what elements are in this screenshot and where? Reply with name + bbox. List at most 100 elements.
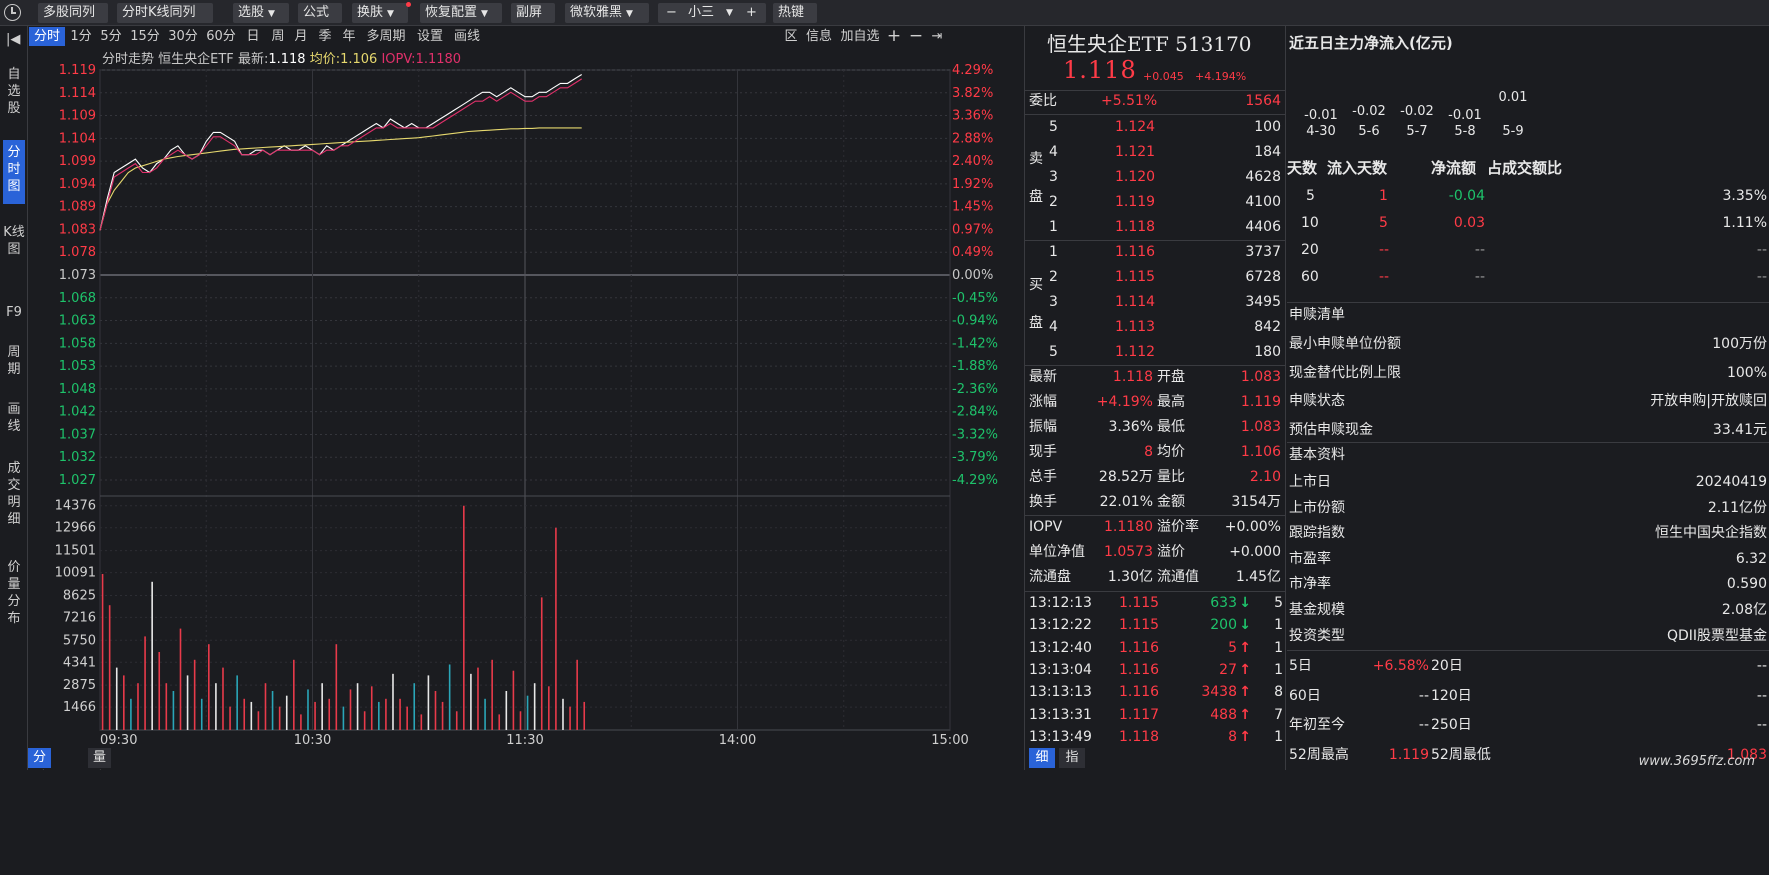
- trade-tick-row: 13:12:13 1.115 633 ↓ 5: [1025, 592, 1285, 614]
- redeem-label: 最小申赎单位份额: [1289, 336, 1401, 352]
- period-tab-13[interactable]: 画线: [452, 27, 482, 46]
- volume-bar: [229, 706, 231, 730]
- period-tab-5[interactable]: 60分: [204, 27, 238, 46]
- tab-volume[interactable]: 分时量: [28, 748, 52, 805]
- stat-label: 流通盘: [1029, 569, 1071, 585]
- info-button[interactable]: 信息: [804, 27, 834, 46]
- stat-row: 现手 8 均价 1.106: [1025, 440, 1285, 465]
- redeem-title: 申赎清单: [1289, 307, 1345, 323]
- price-tick-label: 1.032: [59, 450, 96, 465]
- left-tab-6[interactable]: 成交明细: [3, 456, 25, 538]
- clock-icon[interactable]: [4, 4, 21, 21]
- period-tab-11[interactable]: 多周期: [362, 27, 410, 46]
- bid-label-1: 买: [1029, 277, 1043, 293]
- region-button[interactable]: 区: [781, 27, 801, 46]
- volume-bar: [392, 673, 394, 730]
- left-tab-7[interactable]: 价量分布: [3, 555, 25, 637]
- flow-value: -0.02: [1400, 104, 1434, 119]
- quote-panel: 恒生央企ETF 513170 1.118 +0.045 +4.194% 委比 +…: [1024, 26, 1286, 770]
- pct-tick-label: -3.79%: [952, 450, 998, 465]
- pct-tick-label: 1.45%: [952, 200, 993, 215]
- period-tab-10[interactable]: 年: [340, 27, 358, 46]
- period-tab-6[interactable]: 日: [244, 27, 262, 46]
- order-ratio-label: 委比: [1029, 93, 1057, 109]
- volume-tick-label: 5750: [63, 633, 96, 648]
- ask-volume: 4406: [1245, 219, 1281, 235]
- volume-tick-label: 1466: [63, 700, 96, 715]
- period-tab-12[interactable]: 设置: [415, 27, 445, 46]
- tab-index[interactable]: 指: [1059, 748, 1085, 768]
- left-tab-2[interactable]: K线图: [3, 220, 25, 284]
- redeem-value: 100%: [1726, 364, 1767, 381]
- period-tab-7[interactable]: 周: [269, 27, 287, 46]
- stat-row: 流通盘 1.30亿 流通值 1.45亿: [1025, 565, 1285, 590]
- add-watchlist-button[interactable]: 加自选: [837, 27, 883, 46]
- left-tab-5[interactable]: 画线: [3, 397, 25, 443]
- volume-bar: [158, 652, 161, 730]
- stat-label: 金额: [1157, 494, 1185, 510]
- font-minus-button[interactable]: −: [666, 3, 677, 23]
- left-tab-0[interactable]: 自选股: [3, 62, 25, 126]
- toolbar-button-4[interactable]: 换肤 ▼: [352, 3, 408, 23]
- ask-level: 1: [1049, 219, 1058, 235]
- flow-value: -0.01: [1448, 108, 1482, 123]
- tick-volume: 488: [1210, 706, 1237, 723]
- perf-label: 52周最低: [1431, 746, 1491, 763]
- period-tab-0[interactable]: 分时: [29, 27, 65, 46]
- basic-label: 上市份额: [1289, 499, 1345, 516]
- stat-value: 3154万: [1231, 494, 1281, 510]
- stat-value: 1.119: [1240, 394, 1281, 410]
- toolbar-button-6[interactable]: 副屏: [511, 3, 555, 23]
- time-tick-label: 14:00: [719, 733, 756, 748]
- font-plus-button[interactable]: +: [746, 3, 757, 23]
- volume-bar: [583, 701, 586, 730]
- bid-volume: 3495: [1245, 294, 1281, 310]
- ask-level: 3: [1049, 169, 1058, 185]
- basic-label: 跟踪指数: [1289, 525, 1345, 542]
- left-tab-3[interactable]: F9: [3, 300, 25, 328]
- toolbar-button-2[interactable]: 选股 ▼: [233, 3, 289, 23]
- flow-row: 60 -- -- --: [1287, 263, 1769, 291]
- period-tab-9[interactable]: 季: [316, 27, 334, 46]
- period-tab-4[interactable]: 30分: [166, 27, 200, 46]
- flow-in-days: 5: [1379, 215, 1388, 231]
- tab-volume-ratio[interactable]: 量比指标: [88, 748, 112, 825]
- zoom-in-button[interactable]: +: [886, 27, 902, 46]
- jump-end-button[interactable]: ⇥: [928, 27, 946, 46]
- zoom-out-button[interactable]: −: [908, 27, 924, 46]
- volume-bar: [505, 691, 508, 730]
- left-tab-4[interactable]: 周期: [3, 340, 25, 386]
- toolbar-button-1[interactable]: 分时K线同列: [117, 3, 213, 23]
- flow-days: 5: [1306, 188, 1315, 204]
- period-tab-3[interactable]: 15分: [128, 27, 162, 46]
- toolbar-button-3[interactable]: 公式: [298, 3, 342, 23]
- tab-detail[interactable]: 细: [1029, 748, 1055, 768]
- font-size-control[interactable]: − 小三 ▼ +: [658, 3, 766, 23]
- pct-tick-label: 0.97%: [952, 222, 993, 237]
- bid-level: 3: [1049, 294, 1058, 310]
- collapse-left-icon[interactable]: |◀: [6, 32, 20, 47]
- toolbar-button-7[interactable]: 微软雅黑 ▼: [565, 3, 649, 23]
- chart-header: 分时走势 恒生央企ETF 最新:1.118 均价:1.106 IOPV:1.11…: [102, 51, 461, 67]
- volume-bar: [293, 659, 295, 730]
- volume-bar: [413, 683, 416, 730]
- toolbar-button-5[interactable]: 恢复配置 ▼: [420, 3, 502, 23]
- volume-bar: [519, 711, 522, 730]
- price-change: +0.045: [1143, 70, 1184, 83]
- tick-count: 5: [1274, 595, 1283, 611]
- chevron-down-icon[interactable]: ▼: [726, 3, 733, 23]
- period-tab-2[interactable]: 5分: [98, 27, 124, 46]
- perf-value: --: [1756, 717, 1767, 733]
- tick-volume: 633: [1210, 595, 1237, 611]
- toolbar-button-0[interactable]: 多股同列: [38, 3, 108, 23]
- flow-title: 近五日主力净流入(亿元): [1289, 34, 1453, 52]
- left-tab-1[interactable]: 分时图: [3, 140, 25, 204]
- volume-bar: [526, 695, 529, 730]
- toolbar-button-8[interactable]: 热键: [773, 3, 817, 23]
- flow-value: -0.01: [1304, 108, 1338, 123]
- period-tab-8[interactable]: 月: [292, 27, 310, 46]
- period-tab-1[interactable]: 1分: [69, 27, 93, 46]
- intraday-chart[interactable]: 分时走势 恒生央企ETF 最新:1.118 均价:1.106 IOPV:1.11…: [28, 48, 1022, 748]
- price-tick-label: 1.119: [59, 63, 96, 78]
- font-size-select[interactable]: 小三: [688, 3, 714, 23]
